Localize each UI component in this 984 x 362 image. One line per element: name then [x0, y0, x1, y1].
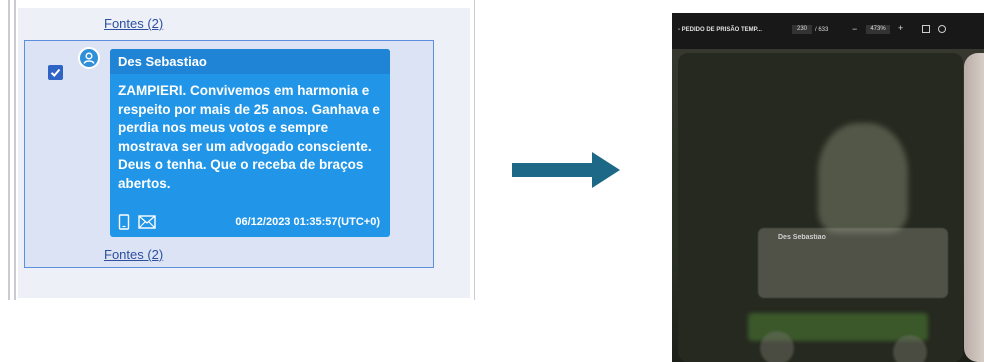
checkmark-icon [50, 68, 61, 77]
message-timestamp: 06/12/2023 01:35:57(UTC+0) [235, 216, 380, 228]
fit-page-icon[interactable] [922, 25, 930, 33]
user-icon [83, 52, 95, 64]
envelope-icon [138, 215, 156, 229]
message-bubble: Des Sebastiao ZAMPIERI. Convivemos em ha… [110, 49, 390, 237]
message-header: Des Sebastiao [110, 49, 390, 74]
pdf-document-title: - PEDIDO DE PRISÃO TEMP... [678, 27, 762, 33]
rotate-icon[interactable] [938, 25, 946, 33]
sender-name: Des Sebastiao [118, 54, 207, 69]
sources-link-bottom[interactable]: Fontes (2) [104, 247, 163, 262]
pdf-toolbar: - PEDIDO DE PRISÃO TEMP... 230 / 633 − 4… [672, 13, 984, 49]
pdf-zoom-level[interactable]: 473% [866, 25, 890, 34]
mobile-phone-icon [118, 214, 130, 230]
photo-sender-name: Des Sebastiao [778, 234, 826, 241]
right-arrow-icon [512, 152, 620, 188]
message-checkbox[interactable] [48, 65, 63, 80]
phone-photo: - PEDIDO DE PRISÃO TEMP... 230 / 633 − 4… [672, 13, 984, 362]
zoom-in-icon[interactable]: + [898, 23, 903, 33]
message-text: ZAMPIERI. Convivemos em harmonia e respe… [118, 83, 380, 191]
pdf-page-count: / 633 [815, 27, 829, 33]
blurred-button [760, 331, 794, 362]
panel-border [474, 0, 475, 300]
zoom-out-icon[interactable]: − [852, 24, 857, 34]
panel-border [14, 0, 16, 300]
pdf-page-input[interactable]: 230 [792, 25, 812, 34]
panel-border [8, 0, 10, 300]
sources-link-top[interactable]: Fontes (2) [104, 16, 163, 31]
blurred-person [818, 123, 908, 233]
hand [964, 53, 984, 362]
avatar [78, 47, 100, 69]
phone-screen: Des Sebastiao [678, 53, 963, 362]
blurred-button [893, 335, 927, 362]
